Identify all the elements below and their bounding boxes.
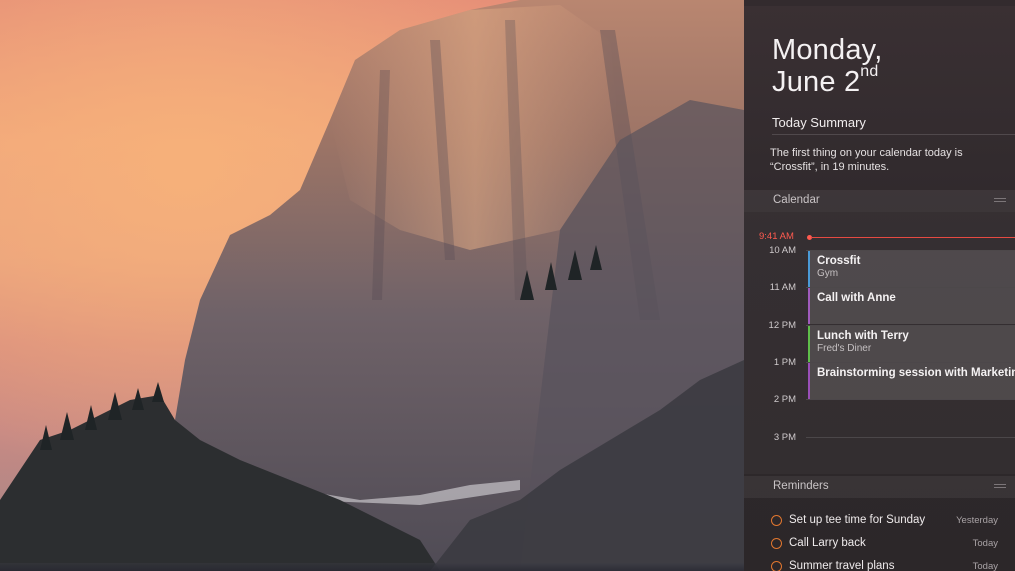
event-title: Lunch with Terry [817, 330, 909, 342]
event-title: Call with Anne [817, 292, 896, 304]
summary-divider [772, 134, 1015, 135]
reminder-checkbox[interactable] [771, 561, 782, 571]
reminder-due: Yesterday [956, 515, 998, 526]
current-time-label: 9:41 AM [759, 231, 794, 242]
desktop-wallpaper [0, 0, 744, 571]
reminder-text: Set up tee time for Sunday [789, 514, 926, 526]
today-summary-title: Today Summary [772, 115, 866, 130]
reminder-checkbox[interactable] [771, 515, 782, 526]
reminders-section-header[interactable]: Reminders [744, 476, 1015, 498]
calendar-event[interactable]: Call with Anne [808, 288, 1015, 324]
reminder-text: Summer travel plans [789, 560, 895, 571]
today-summary-text: The first thing on your calendar today i… [770, 147, 963, 173]
event-location: Gym [817, 268, 839, 279]
current-time-line [811, 237, 1015, 238]
hour-gridline [806, 437, 1015, 438]
event-location: Fred's Diner [817, 343, 872, 354]
hour-label: 1 PM [773, 357, 796, 368]
hour-label: 2 PM [773, 394, 796, 405]
reminder-text: Call Larry back [789, 537, 866, 549]
reminder-checkbox[interactable] [771, 538, 782, 549]
drag-handle-icon[interactable] [994, 484, 1006, 490]
event-title: Brainstorming session with Marketing [817, 367, 1015, 379]
calendar-event[interactable]: Brainstorming session with Marketing [808, 363, 1015, 399]
mountain-illustration [0, 0, 744, 571]
reminders-section-title: Reminders [773, 480, 829, 492]
hour-label: 3 PM [773, 432, 796, 443]
reminder-item: Call Larry back Today [770, 536, 1015, 556]
reminder-due: Today [972, 561, 998, 571]
drag-handle-icon[interactable] [994, 198, 1006, 204]
calendar-event[interactable]: Lunch with Terry Fred's Diner [808, 326, 1015, 362]
reminder-item: Summer travel plans Today [770, 559, 1015, 571]
date-month-day-text: June 2 [772, 66, 861, 98]
calendar-section-header[interactable]: Calendar [744, 190, 1015, 212]
hour-label: 12 PM [768, 320, 796, 331]
hour-label: 10 AM [769, 245, 796, 256]
reminder-item: Set up tee time for Sunday Yesterday [770, 513, 1015, 533]
event-title: Crossfit [817, 255, 861, 267]
hour-gridline [806, 399, 1015, 400]
dock-edge [0, 563, 744, 571]
date-ordinal-suffix: nd [860, 63, 879, 81]
reminder-due: Today [972, 538, 998, 549]
date-month-day: June 2nd [772, 63, 879, 99]
calendar-section-title: Calendar [773, 194, 820, 206]
notification-center-panel: Monday, June 2nd Today Summary The first… [744, 0, 1015, 571]
calendar-event[interactable]: Crossfit Gym [808, 251, 1015, 287]
panel-top-edge [744, 0, 1015, 6]
hour-label: 11 AM [769, 282, 796, 293]
